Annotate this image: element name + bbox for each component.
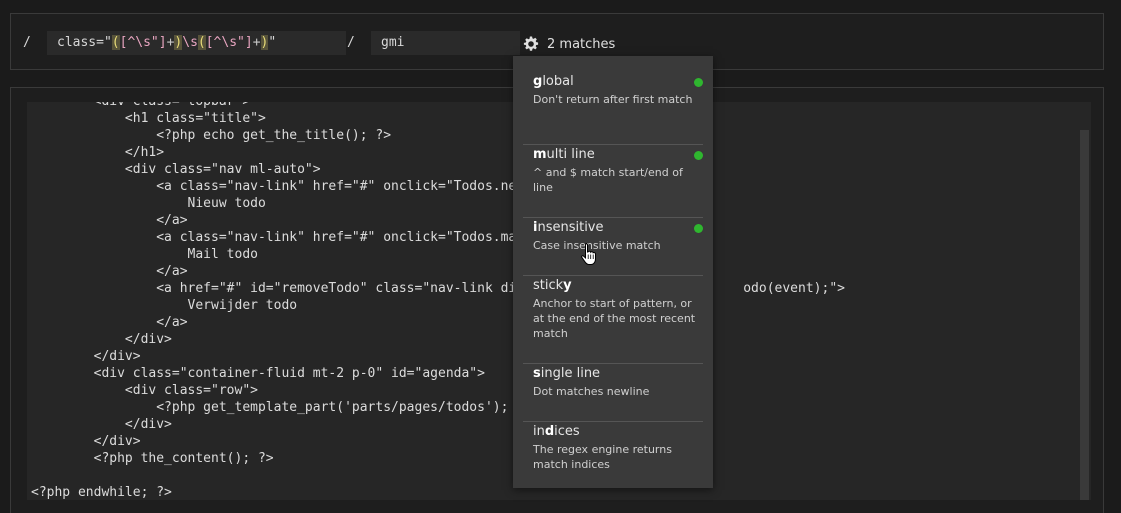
flag-letter: m bbox=[533, 147, 547, 162]
flag-title-prefix: in bbox=[533, 424, 545, 439]
code-line: </h1> bbox=[31, 145, 165, 160]
flag-option-description: ^ and $ match start/end of line bbox=[533, 166, 683, 194]
code-line: </a> bbox=[31, 213, 188, 228]
regex-pattern-input[interactable]: class="([^\s"]+)\s([^\s"]+)" bbox=[47, 31, 346, 55]
code-line: <a class="nav-link" href="#" onclick="To… bbox=[31, 230, 564, 245]
code-line: </div> bbox=[31, 332, 172, 347]
code-line: </div> bbox=[31, 349, 141, 364]
code-line: Verwijder todo bbox=[31, 298, 298, 313]
flag-enabled-indicator bbox=[694, 151, 703, 160]
vertical-scrollbar[interactable] bbox=[1080, 130, 1089, 500]
flags-settings-button[interactable]: 2 matches bbox=[523, 34, 615, 54]
flag-option-description: The regex engine returns match indices bbox=[533, 443, 672, 471]
code-line: <a href="#" id="removeTodo" class="nav-l… bbox=[31, 281, 845, 296]
code-line: </div> bbox=[31, 417, 172, 432]
regex-close-delimiter: / bbox=[347, 35, 355, 50]
flag-title-suffix: nsensitive bbox=[537, 220, 604, 235]
regex-token-plain: " bbox=[268, 35, 277, 50]
flag-option-title: global bbox=[533, 72, 703, 92]
flag-option-title: sticky bbox=[533, 276, 703, 296]
flag-option-description: Case insensitive match bbox=[533, 239, 661, 252]
flag-option-indices[interactable]: indices The regex engine returns match in… bbox=[523, 422, 703, 480]
code-line: <?php get_template_part('parts/pages/tod… bbox=[31, 400, 532, 415]
code-line: <div class="topbar"> bbox=[31, 102, 845, 110]
code-line: <div class="container-fluid mt-2 p-0" id… bbox=[31, 366, 485, 381]
flag-option-description: Anchor to start of pattern, or at the en… bbox=[533, 297, 696, 340]
flag-option-description: Don't return after first match bbox=[533, 93, 693, 106]
flag-title-suffix: lobal bbox=[542, 74, 574, 89]
regex-token-esc: \s bbox=[182, 35, 198, 50]
flag-option-sticky[interactable]: sticky Anchor to start of pattern, or at … bbox=[523, 276, 703, 364]
flag-letter: g bbox=[533, 74, 543, 89]
flag-option-multi-line[interactable]: multi line ^ and $ match start/end of lin… bbox=[523, 145, 703, 218]
flag-letter: s bbox=[533, 366, 541, 381]
regex-token-set: [^\s"] bbox=[205, 35, 253, 50]
code-line: <div class="row"> bbox=[31, 383, 258, 398]
regex-flags-input[interactable]: gmi bbox=[371, 31, 520, 55]
regex-open-delimiter: / bbox=[23, 35, 31, 50]
code-line: <?php echo get_the_title(); ?> bbox=[31, 128, 392, 143]
regex-token-plain: class=" bbox=[57, 35, 112, 50]
gear-icon bbox=[523, 36, 539, 51]
flag-letter: y bbox=[563, 278, 572, 293]
flag-title-suffix: ingle line bbox=[540, 366, 601, 381]
code-line: Nieuw todo bbox=[31, 196, 266, 211]
flag-option-title: single line bbox=[533, 364, 703, 384]
code-line: <?php the_content(); ?> bbox=[31, 451, 274, 466]
code-text: <div class="topbar"> <h1 class="title"> … bbox=[31, 102, 845, 500]
flag-title-suffix: ulti line bbox=[546, 147, 595, 162]
regex-token-grp: ( bbox=[197, 35, 206, 50]
regex-token-q: + bbox=[252, 35, 261, 50]
flag-title-prefix: stick bbox=[533, 278, 564, 293]
code-line: <a class="nav-link" href="#" onclick="To… bbox=[31, 179, 556, 194]
code-line: </a> bbox=[31, 315, 188, 330]
code-line: </a> bbox=[31, 264, 188, 279]
code-line: <?php endwhile; ?> bbox=[31, 485, 172, 500]
match-count: 2 matches bbox=[547, 36, 616, 52]
flag-enabled-indicator bbox=[694, 224, 703, 233]
flag-letter: d bbox=[544, 424, 555, 439]
regex-token-grp: ( bbox=[111, 35, 120, 50]
code-line: Mail todo bbox=[31, 247, 258, 262]
flag-enabled-indicator bbox=[694, 78, 703, 87]
flag-option-title: insensitive bbox=[533, 218, 703, 238]
flags-dropdown-menu: global Don't return after first match mult… bbox=[513, 56, 713, 488]
flag-option-insensitive[interactable]: insensitive Case insensitive match bbox=[523, 218, 703, 276]
code-line: </div> bbox=[31, 434, 141, 449]
code-line: <div class="nav ml-auto"> bbox=[31, 162, 321, 177]
flag-option-description: Dot matches newline bbox=[533, 385, 650, 398]
flag-option-global[interactable]: global Don't return after first match bbox=[523, 72, 703, 145]
flag-title-suffix: ices bbox=[554, 424, 580, 439]
flag-option-single-line[interactable]: single line Dot matches newline bbox=[523, 364, 703, 422]
regex-token-set: [^\s"] bbox=[119, 35, 167, 50]
hand-cursor-icon bbox=[581, 243, 596, 265]
code-line: <h1 class="title"> bbox=[31, 111, 266, 126]
flag-option-title: indices bbox=[533, 422, 703, 442]
flag-option-title: multi line bbox=[533, 145, 703, 165]
